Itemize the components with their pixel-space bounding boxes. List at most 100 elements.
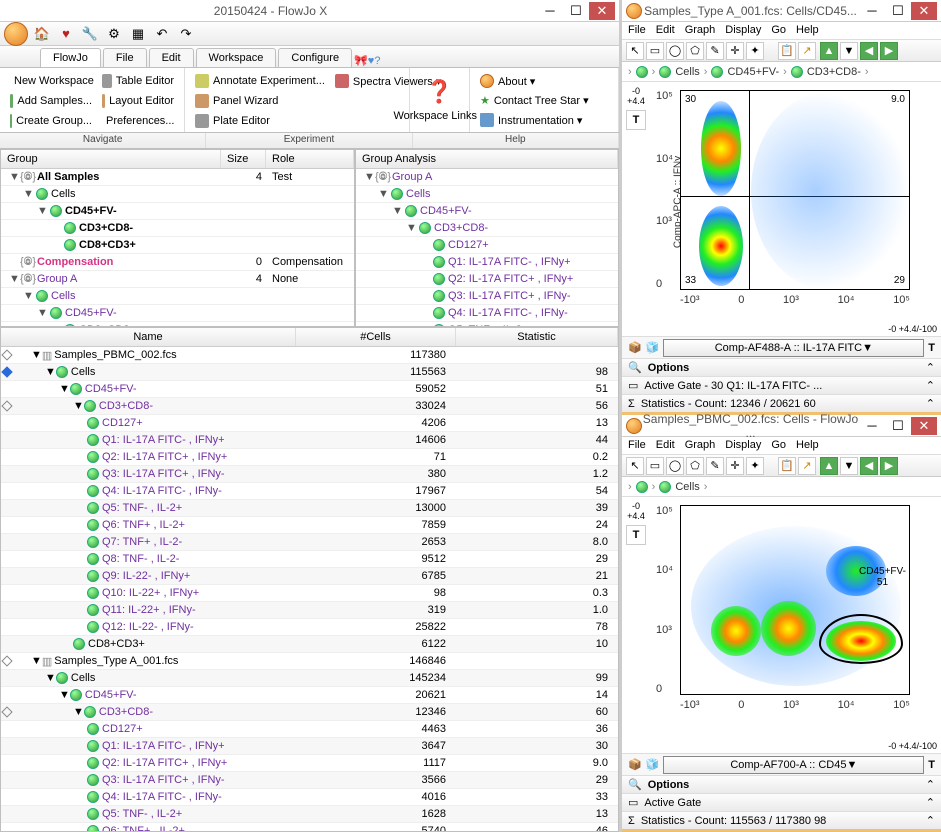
g1-x-axis-select[interactable]: Comp-AF488-A :: IL-17A FITC ▼ <box>663 339 924 357</box>
new-workspace-button[interactable]: New Workspace <box>6 72 96 90</box>
freehand-icon[interactable]: ✎ <box>706 457 724 475</box>
table-row[interactable]: ▼▥Samples_Type A_001.fcs146846 <box>1 653 618 670</box>
tree-row[interactable]: ▼{🞋}All Samples4Test <box>1 169 354 186</box>
table-row[interactable]: ▼CD3+CD8-1234660 <box>1 704 618 721</box>
table-row[interactable]: ▼CD45+FV-5905251 <box>1 381 618 398</box>
tab-edit[interactable]: Edit <box>149 48 194 67</box>
table-row[interactable]: Q5: TNF- , IL-2+162813 <box>1 806 618 823</box>
tree-row[interactable]: CD127+ <box>356 237 618 254</box>
tree-row[interactable]: ▼{🞋}Group A <box>356 169 618 186</box>
table-row[interactable]: Q4: IL-17A FITC- , IFNy-401633 <box>1 789 618 806</box>
g2-maximize-button[interactable]: ☐ <box>885 417 911 435</box>
col-analysis[interactable]: Group Analysis <box>356 150 618 168</box>
rect-gate-icon[interactable]: ▭ <box>646 42 664 60</box>
contact-button[interactable]: ★Contact Tree Star ▾ <box>476 92 612 109</box>
table-row[interactable]: Q9: IL-22- , IFNy+678521 <box>1 568 618 585</box>
polygon-gate-icon[interactable]: ⬠ <box>686 457 704 475</box>
nav-prev-icon[interactable]: ◀ <box>860 42 878 60</box>
table-row[interactable]: CD8+CD3+612210 <box>1 636 618 653</box>
g1-menu-file[interactable]: File <box>628 24 646 37</box>
pointer-icon[interactable]: ↖ <box>626 457 644 475</box>
tree-row[interactable]: CD8+CD3+ <box>1 237 354 254</box>
g1-text-tool-icon[interactable]: T <box>928 342 935 354</box>
g2-menu-go[interactable]: Go <box>771 439 786 452</box>
ellipse-gate-icon[interactable]: ◯ <box>666 457 684 475</box>
g2-menu-graph[interactable]: Graph <box>685 439 716 452</box>
home-icon[interactable]: 🏠 <box>32 24 52 44</box>
table-row[interactable]: Q7: TNF+ , IL-2-26538.0 <box>1 534 618 551</box>
col-cells[interactable]: #Cells <box>296 328 456 346</box>
help-icon[interactable]: ? <box>374 55 380 67</box>
export-icon[interactable]: ↗ <box>798 42 816 60</box>
nav-up-icon[interactable]: ▲ <box>820 42 838 60</box>
tree-row[interactable]: ▼CD45+FV- <box>1 305 354 322</box>
table-row[interactable]: Q2: IL-17A FITC+ , IFNy+710.2 <box>1 449 618 466</box>
grid-icon[interactable]: ▦ <box>128 24 148 44</box>
g1-menu-help[interactable]: Help <box>796 24 819 37</box>
table-row[interactable]: Q2: IL-17A FITC+ , IFNy+11179.0 <box>1 755 618 772</box>
table-row[interactable]: Q1: IL-17A FITC- , IFNy+364730 <box>1 738 618 755</box>
instrumentation-button[interactable]: Instrumentation ▾ <box>476 111 612 129</box>
tree-row[interactable]: Q1: IL-17A FITC- , IFNy+ <box>356 254 618 271</box>
g2-axis-tool2-icon[interactable]: 🧊 <box>646 758 660 771</box>
table-row[interactable]: ▼Cells11556398 <box>1 364 618 381</box>
nav-prev-icon[interactable]: ◀ <box>860 457 878 475</box>
maximize-button[interactable]: ☐ <box>563 2 589 20</box>
tab-file[interactable]: File <box>103 48 147 67</box>
tree-row[interactable]: Q3: IL-17A FITC+ , IFNy- <box>356 288 618 305</box>
ribbon-icon[interactable]: 🎀 <box>354 54 368 67</box>
g1-close-button[interactable]: ✕ <box>911 2 937 20</box>
close-button[interactable]: ✕ <box>589 2 615 20</box>
g2-text-tool-icon[interactable]: T <box>928 759 935 771</box>
g1-menu-edit[interactable]: Edit <box>656 24 675 37</box>
tree-row[interactable]: Q4: IL-17A FITC- , IFNy- <box>356 305 618 322</box>
tools-icon[interactable]: ⚙ <box>104 24 124 44</box>
g2-close-button[interactable]: ✕ <box>911 417 937 435</box>
table-row[interactable]: Q3: IL-17A FITC+ , IFNy-356629 <box>1 772 618 789</box>
g1-stats-row[interactable]: ΣStatistics - Count: 12346 / 20621 60⌃ <box>622 394 941 412</box>
undo-icon[interactable]: ↶ <box>152 24 172 44</box>
ellipse-gate-icon[interactable]: ◯ <box>666 42 684 60</box>
tree-row[interactable]: Q5: TNF- , IL-2+ <box>356 322 618 326</box>
table-row[interactable]: Q5: TNF- , IL-2+1300039 <box>1 500 618 517</box>
g1-active-gate-row[interactable]: ▭Active Gate - 30 Q1: IL-17A FITC- ...⌃ <box>622 376 941 394</box>
g2-menu-help[interactable]: Help <box>796 439 819 452</box>
tree-row[interactable]: ▼Cells <box>1 186 354 203</box>
table-row[interactable]: Q10: IL-22+ , IFNy+980.3 <box>1 585 618 602</box>
tree-row[interactable]: ▼Cells <box>356 186 618 203</box>
table-row[interactable]: ▼CD3+CD8-3302456 <box>1 398 618 415</box>
g1-options-row[interactable]: 🔍Options⌃ <box>622 358 941 376</box>
col-group[interactable]: Group <box>1 150 221 168</box>
g1-maximize-button[interactable]: ☐ <box>885 2 911 20</box>
table-row[interactable]: Q3: IL-17A FITC+ , IFNy-3801.2 <box>1 466 618 483</box>
tree-row[interactable]: Q2: IL-17A FITC+ , IFNy+ <box>356 271 618 288</box>
table-row[interactable]: ▼CD45+FV-2062114 <box>1 687 618 704</box>
col-name[interactable]: Name <box>1 328 296 346</box>
table-row[interactable]: ▼Cells14523499 <box>1 670 618 687</box>
table-row[interactable]: Q8: TNF- , IL-2-951229 <box>1 551 618 568</box>
copy-icon[interactable]: 📋 <box>778 457 796 475</box>
g2-active-gate-row[interactable]: ▭Active Gate⌃ <box>622 793 941 811</box>
table-row[interactable]: Q4: IL-17A FITC- , IFNy-1796754 <box>1 483 618 500</box>
g2-minimize-button[interactable]: ─ <box>859 417 885 435</box>
nav-next-icon[interactable]: ▶ <box>880 42 898 60</box>
panel-wizard-button[interactable]: Panel Wizard <box>191 92 403 110</box>
nav-down-icon[interactable]: ▼ <box>840 42 858 60</box>
freehand-icon[interactable]: ✎ <box>706 42 724 60</box>
g2-options-row[interactable]: 🔍Options⌃ <box>622 775 941 793</box>
table-row[interactable]: Q11: IL-22+ , IFNy-3191.0 <box>1 602 618 619</box>
table-row[interactable]: CD127+420613 <box>1 415 618 432</box>
heart-icon[interactable]: ♥ <box>56 24 76 44</box>
table-row[interactable]: CD127+446336 <box>1 721 618 738</box>
g1-menu-graph[interactable]: Graph <box>685 24 716 37</box>
nav-next-icon[interactable]: ▶ <box>880 457 898 475</box>
table-row[interactable]: Q6: TNF+ , IL-2+574046 <box>1 823 618 832</box>
add-samples-button[interactable]: Add Samples... <box>6 92 96 110</box>
col-size[interactable]: Size <box>221 150 266 168</box>
table-row[interactable]: ▼▥Samples_PBMC_002.fcs117380 <box>1 347 618 364</box>
table-row[interactable]: Q1: IL-17A FITC- , IFNy+1460644 <box>1 432 618 449</box>
nav-down-icon[interactable]: ▼ <box>840 457 858 475</box>
tree-row[interactable]: ▼Cells <box>1 288 354 305</box>
redo-icon[interactable]: ↷ <box>176 24 196 44</box>
auto-gate-icon[interactable]: ✦ <box>746 42 764 60</box>
